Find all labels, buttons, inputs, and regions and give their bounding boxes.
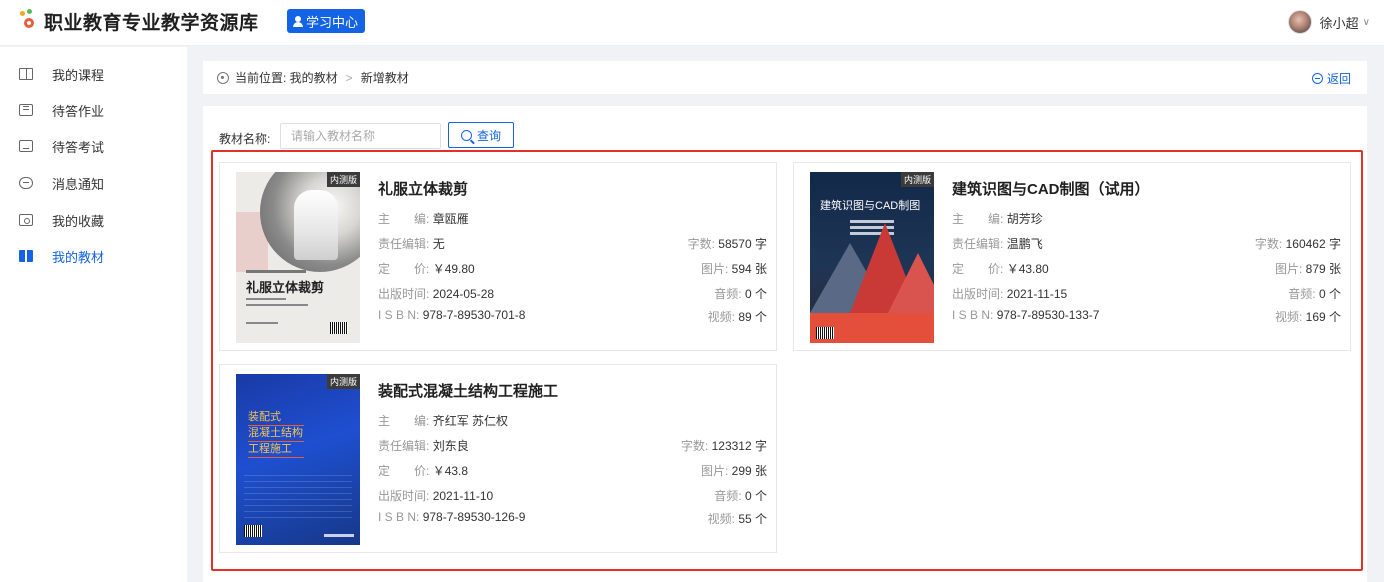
textbook-name-input[interactable] bbox=[280, 123, 441, 149]
logo-icon bbox=[18, 8, 40, 35]
book-cover[interactable]: 礼服立体裁剪 内测版 bbox=[236, 172, 360, 343]
book-editor: 主 编: 齐红军 苏仁权 bbox=[378, 414, 509, 428]
book-price: 定 价: ￥43.8 bbox=[378, 464, 469, 478]
sidebar-item-notifications[interactable]: 消息通知 bbox=[0, 165, 187, 201]
favorite-icon bbox=[19, 214, 33, 226]
sidebar-item-pending-homework[interactable]: 待答作业 bbox=[0, 92, 187, 128]
course-icon bbox=[19, 68, 33, 80]
top-header: 职业教育专业教学资源库 学习中心 徐小超 ∨ bbox=[0, 0, 1384, 46]
book-editor: 主 编: 章瓯雁 bbox=[378, 212, 469, 226]
book-word-count: 字数: 58570 字 bbox=[687, 237, 767, 251]
avatar bbox=[1287, 10, 1312, 34]
sidebar-item-label: 我的教材 bbox=[52, 249, 105, 265]
sidebar-item-label: 待答考试 bbox=[52, 139, 105, 155]
sidebar-item-favorites[interactable]: 我的收藏 bbox=[0, 202, 187, 238]
book-card[interactable]: 建筑识图与CAD制图 内测版 建筑识图与CAD制图（试用） 主 编: 胡芳珍 责… bbox=[793, 162, 1351, 351]
location-icon bbox=[217, 71, 229, 84]
sidebar-item-label: 我的课程 bbox=[52, 67, 105, 83]
query-button[interactable]: 查询 bbox=[448, 122, 514, 148]
book-isbn: I S B N: 978-7-89530-133-7 bbox=[952, 308, 1100, 322]
textbook-panel: 教材名称: 查询 礼服立体裁剪 内测版 礼服立体裁剪 主 编: 章瓯雁 责任编辑… bbox=[203, 106, 1367, 582]
study-center-label: 学习中心 bbox=[306, 14, 359, 30]
book-cover[interactable]: 装配式 混凝土结构 工程施工 内测版 bbox=[236, 374, 360, 545]
study-center-button[interactable]: 学习中心 bbox=[287, 9, 366, 33]
book-title[interactable]: 礼服立体裁剪 bbox=[378, 178, 468, 199]
sidebar-item-label: 待答作业 bbox=[52, 103, 105, 119]
sidebar: 我的课程 待答作业 待答考试 消息通知 我的收藏 我的教材 bbox=[0, 47, 187, 582]
user-name: 徐小超 bbox=[1319, 15, 1359, 31]
chevron-down-icon: ∨ bbox=[1362, 16, 1370, 28]
book-card[interactable]: 礼服立体裁剪 内测版 礼服立体裁剪 主 编: 章瓯雁 责任编辑: 无 定 价: … bbox=[219, 162, 777, 351]
book-isbn: I S B N: 978-7-89530-701-8 bbox=[378, 308, 526, 322]
book-image-count: 图片: 879 张 bbox=[1274, 262, 1341, 276]
book-image-count: 图片: 299 张 bbox=[700, 464, 767, 478]
book-resp-editor: 责任编辑: 刘东良 bbox=[378, 439, 469, 453]
book-cover[interactable]: 建筑识图与CAD制图 内测版 bbox=[810, 172, 934, 343]
cover-title: 装配式 混凝土结构 工程施工 bbox=[248, 410, 304, 458]
breadcrumb: 当前位置: 我的教材 > 新增教材 返回 bbox=[203, 61, 1367, 94]
cover-title: 礼服立体裁剪 bbox=[246, 280, 325, 295]
breadcrumb-prefix[interactable]: 当前位置: 我的教材 bbox=[235, 69, 338, 86]
back-icon bbox=[1311, 73, 1323, 84]
book-video-count: 视频: 89 个 bbox=[707, 310, 767, 324]
book-pub-date: 出版时间: 2021-11-10 bbox=[378, 489, 494, 503]
book-pub-date: 出版时间: 2021-11-15 bbox=[952, 287, 1068, 301]
query-label: 查询 bbox=[476, 128, 501, 143]
barcode-icon bbox=[816, 327, 834, 339]
book-title[interactable]: 装配式混凝土结构工程施工 bbox=[378, 380, 558, 401]
search-label: 教材名称: bbox=[219, 132, 271, 146]
book-isbn: I S B N: 978-7-89530-126-9 bbox=[378, 510, 526, 524]
book-video-count: 视频: 169 个 bbox=[1274, 310, 1341, 324]
book-audio-count: 音频: 0 个 bbox=[714, 287, 767, 301]
status-badge: 内测版 bbox=[326, 172, 360, 187]
sidebar-item-my-textbooks[interactable]: 我的教材 bbox=[0, 238, 187, 274]
book-image-count: 图片: 594 张 bbox=[700, 262, 767, 276]
book-price: 定 价: ￥49.80 bbox=[378, 262, 475, 276]
message-icon bbox=[19, 177, 33, 189]
book-word-count: 字数: 123312 字 bbox=[680, 439, 767, 453]
book-card[interactable]: 装配式 混凝土结构 工程施工 内测版 装配式混凝土结构工程施工 主 编: 齐红军… bbox=[219, 364, 777, 553]
book-pub-date: 出版时间: 2024-05-28 bbox=[378, 287, 495, 301]
breadcrumb-separator: > bbox=[345, 70, 353, 85]
book-title[interactable]: 建筑识图与CAD制图（试用） bbox=[952, 178, 1150, 199]
book-audio-count: 音频: 0 个 bbox=[714, 489, 767, 503]
back-label: 返回 bbox=[1326, 72, 1351, 86]
site-logo[interactable]: 职业教育专业教学资源库 bbox=[18, 8, 259, 35]
search-icon bbox=[460, 129, 472, 141]
book-resp-editor: 责任编辑: 无 bbox=[378, 237, 445, 251]
textbook-icon bbox=[19, 250, 33, 262]
back-button[interactable]: 返回 bbox=[1311, 70, 1351, 87]
book-price: 定 价: ￥43.80 bbox=[952, 262, 1049, 276]
site-title: 职业教育专业教学资源库 bbox=[44, 13, 259, 34]
breadcrumb-current: 新增教材 bbox=[360, 71, 409, 85]
barcode-icon bbox=[244, 525, 262, 537]
status-badge: 内测版 bbox=[900, 172, 934, 187]
book-video-count: 视频: 55 个 bbox=[707, 512, 767, 526]
book-word-count: 字数: 160462 字 bbox=[1254, 237, 1341, 251]
book-resp-editor: 责任编辑: 温鹏飞 bbox=[952, 237, 1043, 251]
cover-title: 建筑识图与CAD制图 bbox=[820, 200, 921, 212]
sidebar-item-label: 消息通知 bbox=[52, 176, 105, 192]
user-menu[interactable]: 徐小超 ∨ bbox=[1287, 10, 1370, 34]
sidebar-item-label: 我的收藏 bbox=[52, 213, 105, 229]
sidebar-item-pending-exams[interactable]: 待答考试 bbox=[0, 128, 187, 164]
book-audio-count: 音频: 0 个 bbox=[1288, 287, 1341, 301]
homework-icon bbox=[19, 104, 33, 116]
barcode-icon bbox=[330, 322, 348, 334]
user-icon bbox=[293, 15, 303, 27]
sidebar-item-my-courses[interactable]: 我的课程 bbox=[0, 56, 187, 92]
status-badge: 内测版 bbox=[326, 374, 360, 389]
book-editor: 主 编: 胡芳珍 bbox=[952, 212, 1043, 226]
exam-icon bbox=[19, 140, 33, 152]
